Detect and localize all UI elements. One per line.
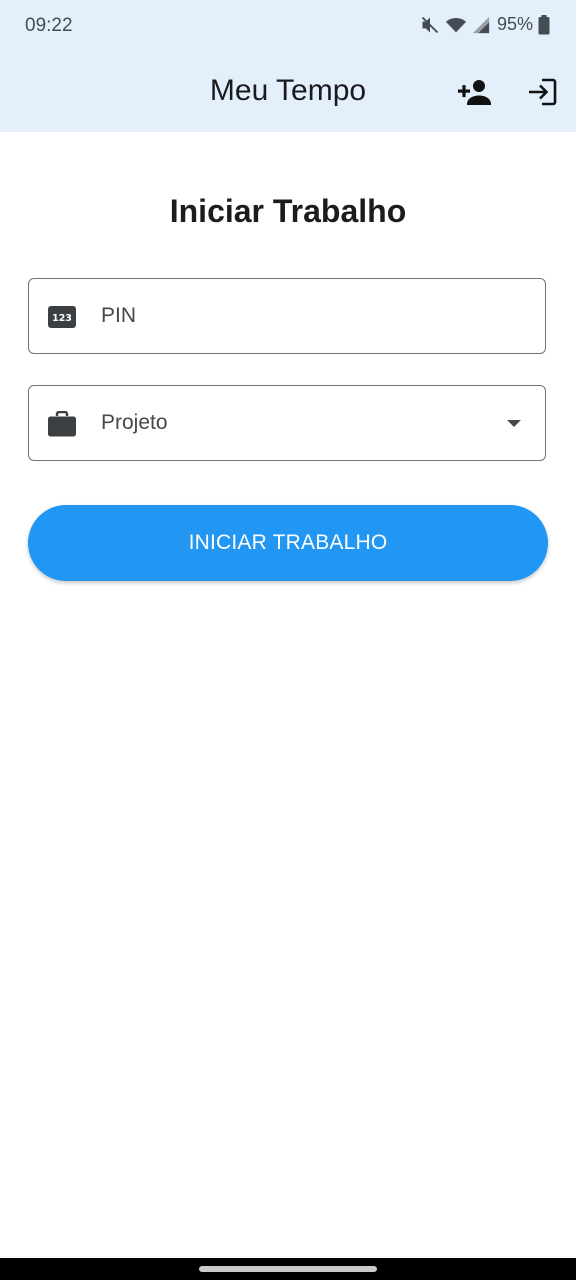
pin-input[interactable]: 123 PIN xyxy=(28,278,546,354)
svg-text:123: 123 xyxy=(52,313,72,324)
battery-percent: 95% xyxy=(496,14,533,34)
briefcase-icon xyxy=(48,410,76,438)
status-icons: 95% xyxy=(420,14,550,35)
login-button[interactable] xyxy=(524,76,560,112)
wifi-icon xyxy=(445,15,467,35)
login-icon xyxy=(527,78,557,111)
status-time: 09:22 xyxy=(25,15,73,36)
project-select[interactable]: Projeto xyxy=(28,385,546,461)
navigation-bar xyxy=(0,1258,576,1280)
battery-icon xyxy=(538,14,550,35)
page-heading: Iniciar Trabalho xyxy=(169,193,407,229)
pin-label: PIN xyxy=(101,304,137,327)
signal-icon xyxy=(472,16,490,34)
add-person-button[interactable] xyxy=(457,76,493,112)
pin-123-icon: 123 xyxy=(48,303,76,331)
app-bar: Meu Tempo xyxy=(0,56,576,132)
dropdown-arrow-icon xyxy=(507,420,521,427)
start-work-button[interactable]: INICIAR TRABALHO xyxy=(28,505,548,581)
mute-icon xyxy=(420,15,440,35)
home-indicator[interactable] xyxy=(199,1266,377,1272)
person-add-icon xyxy=(458,78,492,111)
status-bar: 09:22 95% xyxy=(0,0,576,56)
project-label: Projeto xyxy=(101,411,168,434)
